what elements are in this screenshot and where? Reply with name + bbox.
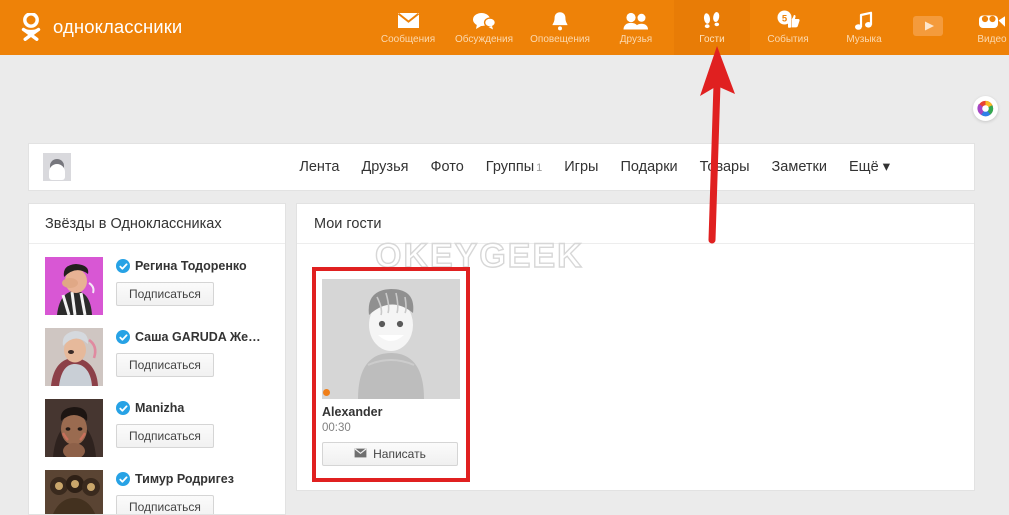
default-male-avatar[interactable] [322,279,460,399]
star-list-item[interactable]: Тимур Родригез Подписаться [29,457,285,514]
link-label: Игры [564,159,599,175]
star-info: Регина Тодоренко Подписаться [103,257,247,315]
link-label: Заметки [771,159,828,175]
nav-label: Музыка [846,34,882,45]
nav-item-events[interactable]: 5 События [750,0,826,55]
guest-name: Alexander [322,405,383,419]
nav-item-notifications[interactable]: Оповещения [522,0,598,55]
profile-avatar-placeholder[interactable] [43,153,71,181]
nav-item-music[interactable]: Музыка [826,0,902,55]
nav-item-play[interactable] [902,0,954,55]
ok-logo-icon [21,13,41,41]
link-label: Фото [430,159,464,175]
chat-bubbles-icon [472,10,496,31]
friends-icon [623,10,649,31]
star-list-item[interactable]: Manizha Подписаться [29,386,285,457]
star-avatar[interactable] [45,328,103,386]
link-label: Друзья [361,159,409,175]
subscribe-button[interactable]: Подписаться [116,495,214,514]
nav-item-friends[interactable]: Друзья [598,0,674,55]
profile-nav-links: Лента Друзья Фото Группы 1 Игры Подарки Т… [299,159,890,175]
groups-count: 1 [536,162,543,174]
envelope-icon [354,447,367,461]
more-label-with-chevron: Ещё ▾ [849,159,890,175]
star-list-item[interactable]: Саша GARUDA Же… Подписаться [29,315,285,386]
verified-badge-icon [116,472,130,486]
subscribe-button[interactable]: Подписаться [116,353,214,377]
nav-label: Видео [977,34,1007,45]
profile-nav-games[interactable]: Игры [564,159,598,175]
subscribe-button[interactable]: Подписаться [116,424,214,448]
star-name-row: Тимур Родригез [116,472,234,486]
nav-label: Оповещения [530,34,590,45]
nav-label: Сообщения [380,34,436,45]
nav-item-discussions[interactable]: Обсуждения [446,0,522,55]
profile-nav-lenta[interactable]: Лента [299,159,339,175]
events-badge-count: 5 [782,13,788,24]
nav-label: Гости [699,34,725,45]
profile-nav-friends[interactable]: Друзья [361,159,408,175]
envelope-icon [397,10,420,31]
video-camera-icon [978,10,1006,31]
stars-sidebar: Звёзды в Одноклассниках Регина Тодоренко… [28,203,286,515]
top-nav: Сообщения Обсуждения Оповещения Друзья Г… [370,0,1009,55]
guests-title: Мои гости [297,204,974,244]
star-name-row: Саша GARUDA Же… [116,330,261,344]
verified-badge-icon [116,401,130,415]
online-status-dot [323,389,330,396]
profile-nav-more[interactable]: Ещё ▾ [849,159,890,175]
star-name: Тимур Родригез [135,472,234,486]
profile-nav-bar: Лента Друзья Фото Группы 1 Игры Подарки Т… [28,143,975,191]
link-label: Товары [699,159,750,175]
profile-nav-goods[interactable]: Товары [700,159,750,175]
nav-label: События [767,34,809,45]
subscribe-button[interactable]: Подписаться [116,282,214,306]
star-info: Manizha Подписаться [103,399,214,457]
star-name-row: Manizha [116,401,214,415]
nav-item-video[interactable]: Видео [954,0,1009,55]
guests-panel: Мои гости OKEYGEEK Alexander 00:30 Напис… [296,203,975,491]
star-avatar[interactable] [45,399,103,457]
nav-item-messages[interactable]: Сообщения [370,0,446,55]
profile-nav-gifts[interactable]: Подарки [620,159,677,175]
sidebar-title: Звёзды в Одноклассниках [29,204,285,244]
play-button-icon [912,16,944,37]
star-list-item[interactable]: Регина Тодоренко Подписаться [29,244,285,315]
star-name-row: Регина Тодоренко [116,259,247,273]
brand-name: одноклассники [53,16,183,37]
thumbs-up-icon: 5 [775,10,801,31]
write-message-button[interactable]: Написать [322,442,458,466]
verified-badge-icon [116,259,130,273]
top-header-bar: одноклассники Сообщения Обсуждения Опове… [0,0,1009,55]
star-info: Тимур Родригез Подписаться [103,470,234,514]
verified-badge-icon [116,330,130,344]
star-name: Саша GARUDA Же… [135,330,261,344]
nav-label: Обсуждения [454,34,514,45]
color-wheel-icon[interactable] [973,96,998,121]
profile-nav-notes[interactable]: Заметки [772,159,827,175]
avatar-body [49,164,65,180]
star-name: Manizha [135,401,185,415]
footprints-icon [702,10,722,31]
page-root: одноклассники Сообщения Обсуждения Опове… [0,0,1009,515]
bell-icon [551,10,569,31]
guest-card[interactable]: Alexander 00:30 Написать [322,279,460,466]
star-name: Регина Тодоренко [135,259,247,273]
nav-label: Друзья [619,34,653,45]
nav-item-guests[interactable]: Гости [674,0,750,55]
write-button-label: Написать [373,447,426,461]
star-avatar[interactable] [45,257,103,315]
profile-nav-photo[interactable]: Фото [430,159,463,175]
profile-nav-groups[interactable]: Группы 1 [486,159,542,175]
music-note-icon [854,10,874,31]
guest-visit-time: 00:30 [322,422,351,434]
link-label: Подарки [620,159,678,175]
link-label: Лента [299,159,340,175]
star-info: Саша GARUDA Же… Подписаться [103,328,261,386]
star-avatar[interactable] [45,470,103,514]
brand-logo-area[interactable]: одноклассники [18,13,182,41]
link-label: Группы [485,159,535,175]
